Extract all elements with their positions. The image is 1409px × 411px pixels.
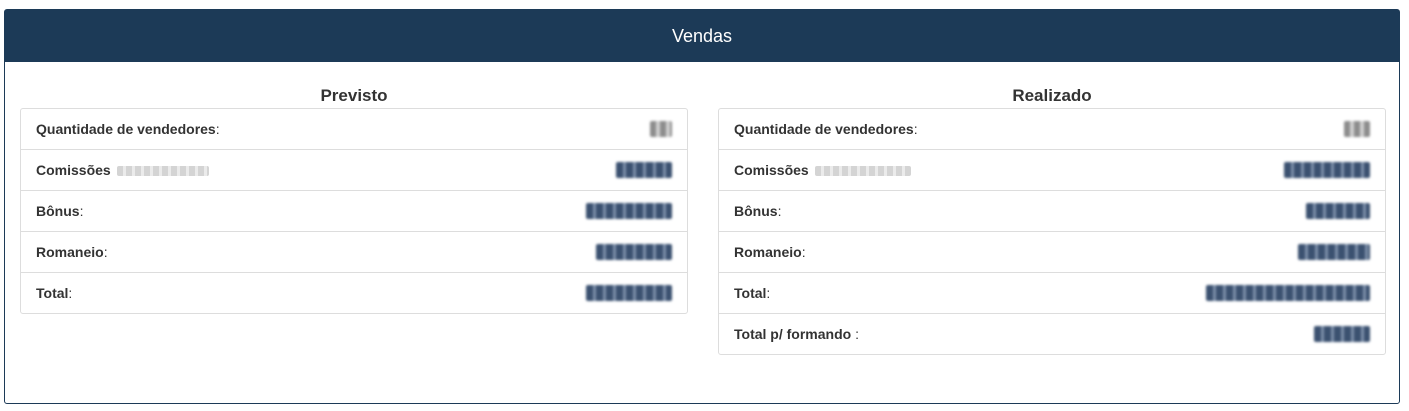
- previsto-row-comissoes: Comissões: [21, 150, 687, 191]
- redacted-value: [1284, 162, 1370, 178]
- realizado-list: Quantidade de vendedores: Comissões Bônu…: [718, 108, 1386, 355]
- previsto-row-bonus: Bônus:: [21, 191, 687, 232]
- vendas-panel: Vendas Previsto Quantidade de vendedores…: [4, 9, 1400, 404]
- redacted-subtext: [116, 166, 209, 177]
- previsto-column: Previsto Quantidade de vendedores: Comis…: [20, 84, 688, 314]
- previsto-row-total: Total:: [21, 273, 687, 313]
- redacted-subtext: [814, 166, 911, 177]
- row-label: Bônus: [36, 203, 80, 219]
- redacted-value: [1298, 244, 1370, 260]
- realizado-row-romaneio: Romaneio:: [719, 232, 1385, 273]
- row-label: Quantidade de vendedores: [734, 121, 914, 137]
- panel-title: Vendas: [671, 25, 733, 46]
- redacted-value: [1306, 203, 1370, 219]
- redacted-value: [1344, 121, 1370, 137]
- realizado-row-quantidade: Quantidade de vendedores:: [719, 109, 1385, 150]
- realizado-row-total: Total:: [719, 273, 1385, 314]
- redacted-value: [650, 121, 672, 137]
- row-label: Romaneio: [734, 244, 802, 260]
- redacted-value: [1206, 285, 1370, 301]
- row-label: Comissões: [734, 162, 809, 178]
- realizado-row-total-formando: Total p/ formando :: [719, 314, 1385, 354]
- row-label: Total: [734, 285, 767, 301]
- redacted-value: [596, 244, 672, 260]
- panel-header: Vendas: [5, 10, 1399, 62]
- realizado-column: Realizado Quantidade de vendedores: Comi…: [718, 84, 1386, 355]
- redacted-value: [616, 162, 672, 178]
- row-label: Comissões: [36, 162, 111, 178]
- previsto-list: Quantidade de vendedores: Comissões Bônu…: [20, 108, 688, 314]
- previsto-row-quantidade: Quantidade de vendedores:: [21, 109, 687, 150]
- row-label: Romaneio: [36, 244, 104, 260]
- redacted-value: [586, 285, 672, 301]
- realizado-row-bonus: Bônus:: [719, 191, 1385, 232]
- realizado-title: Realizado: [1012, 86, 1092, 105]
- row-label: Total p/ formando: [734, 326, 852, 342]
- row-label: Total: [36, 285, 69, 301]
- row-label: Quantidade de vendedores: [36, 121, 216, 137]
- previsto-title: Previsto: [320, 86, 388, 105]
- previsto-row-romaneio: Romaneio:: [21, 232, 687, 273]
- row-label: Bônus: [734, 203, 778, 219]
- realizado-row-comissoes: Comissões: [719, 150, 1385, 191]
- redacted-value: [1314, 326, 1370, 342]
- redacted-value: [586, 203, 672, 219]
